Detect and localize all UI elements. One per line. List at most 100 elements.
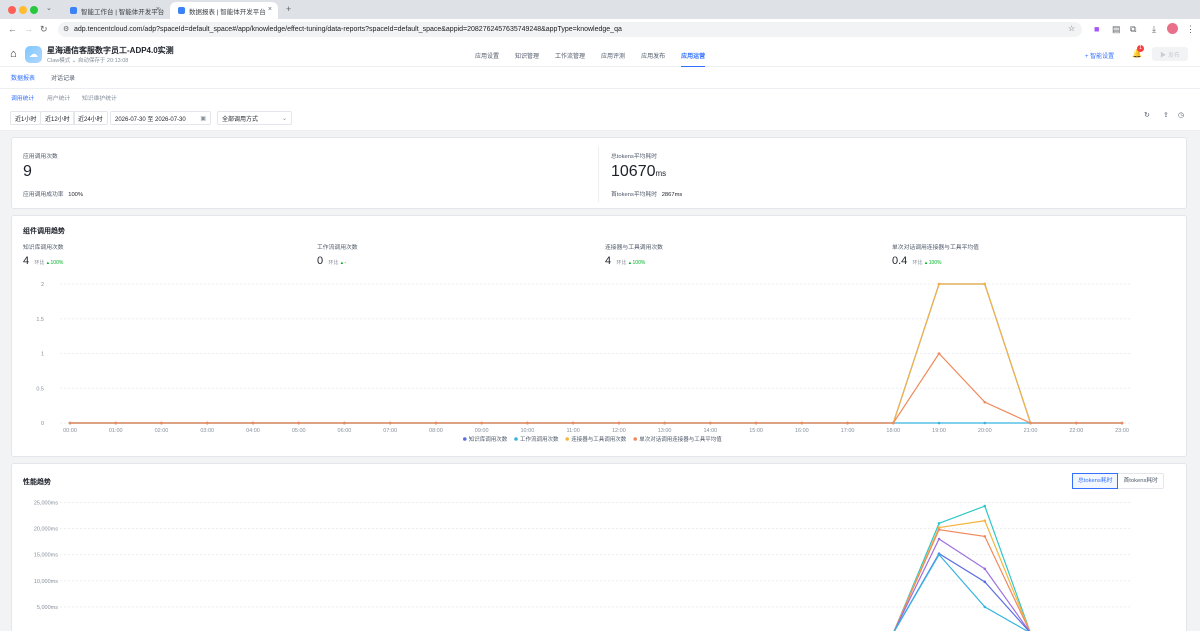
- close-window-dot[interactable]: [8, 6, 16, 14]
- range-12h-button[interactable]: 近12小时: [40, 111, 75, 125]
- publish-button[interactable]: ▶ 发布: [1152, 47, 1188, 61]
- refresh-icon[interactable]: ↻: [1144, 111, 1150, 119]
- nav-evaluation[interactable]: 应用评测: [601, 51, 625, 68]
- legend-marker: [514, 437, 518, 441]
- metric-workflow: 0 环比 ▴ -: [317, 255, 346, 267]
- data-point: [754, 421, 758, 425]
- range-24h-button[interactable]: 近24小时: [73, 111, 108, 125]
- data-point: [480, 421, 483, 425]
- extension-icon[interactable]: ■: [1094, 24, 1099, 34]
- download-icon[interactable]: ⤓: [1152, 24, 1156, 34]
- y-tick-label: 10,000ms: [34, 579, 58, 585]
- summary-card: 应用调用次数 9 应用调用成功率 100% 总tokens平均耗时 10670m…: [11, 137, 1187, 209]
- nav-publish[interactable]: 应用发布: [641, 51, 665, 68]
- call-method-text: 全部调用方式: [222, 116, 259, 123]
- legend-marker: [463, 437, 467, 441]
- back-icon[interactable]: ←: [8, 24, 17, 34]
- first-token-value: 2867ms: [661, 192, 683, 198]
- tab-bar: ⌄ 智能工作台 | 智能体开发平台 × 数据报表 | 智能体开发平台 × +: [0, 0, 1200, 19]
- toggle-first-tokens[interactable]: 首tokens耗时: [1118, 474, 1162, 488]
- legend-marker: [633, 437, 637, 441]
- metric-value: 0.4: [892, 255, 908, 267]
- nav-workflow[interactable]: 工作流管理: [555, 51, 585, 68]
- x-tick-label: 08:00: [429, 428, 443, 434]
- close-tab-icon[interactable]: ×: [156, 6, 160, 13]
- metric-label: 知识库调用次数: [23, 245, 64, 251]
- metric-change-value: 100%: [50, 260, 64, 266]
- data-point: [114, 421, 118, 425]
- data-point: [709, 421, 712, 425]
- tab-conversation-log[interactable]: 对话记录: [51, 73, 75, 82]
- data-point: [937, 553, 941, 556]
- data-point: [937, 352, 941, 355]
- nav-operations[interactable]: 应用运营: [681, 51, 705, 68]
- data-point: [663, 421, 666, 425]
- nav-knowledge[interactable]: 知识管理: [515, 51, 539, 68]
- site-info-icon[interactable]: ⚙: [63, 25, 69, 33]
- tab-search-icon[interactable]: ⌄: [46, 4, 52, 14]
- perf-toggle: 总tokens耗时 首tokens耗时: [1072, 473, 1164, 489]
- reload-icon[interactable]: ↻: [40, 24, 48, 34]
- browser-tab-2[interactable]: 数据报表 | 智能体开发平台 ×: [170, 2, 278, 19]
- x-tick-label: 04:00: [246, 428, 260, 434]
- metric-hb: 环比: [912, 260, 923, 266]
- legend-label: 单次对话调用连接器与工具平均值: [639, 435, 722, 443]
- date-range-picker[interactable]: 2026-07-30 至 2026-07-30 ▣: [110, 111, 211, 125]
- metric-knowledge: 4 环比 ▴ 100%: [23, 255, 63, 267]
- x-tick-label: 21:00: [1024, 428, 1038, 434]
- maximize-window-dot[interactable]: [30, 6, 38, 14]
- browser-tab-1[interactable]: 智能工作台 | 智能体开发平台 ×: [62, 2, 166, 19]
- data-point: [983, 535, 987, 538]
- metric-hb: 环比: [34, 260, 45, 266]
- bookmark-star-icon[interactable]: ☆: [1068, 24, 1075, 34]
- reading-list-icon[interactable]: ▤: [1112, 24, 1121, 34]
- close-tab-icon[interactable]: ×: [268, 6, 272, 13]
- browser-chrome: ⌄ 智能工作台 | 智能体开发平台 × 数据报表 | 智能体开发平台 × + ←…: [0, 0, 1200, 40]
- toggle-total-tokens[interactable]: 总tokens耗时: [1072, 473, 1119, 489]
- x-tick-label: 11:00: [566, 428, 579, 434]
- profile-avatar[interactable]: [1167, 23, 1178, 34]
- trend-title: 组件调用趋势: [23, 228, 65, 235]
- metric-change: ▴ 100%: [628, 260, 646, 266]
- forward-icon[interactable]: →: [24, 24, 33, 34]
- metric-change-value: 100%: [632, 260, 646, 266]
- address-bar[interactable]: ⚙ adp.tencentcloud.com/adp?spaceId=defau…: [58, 22, 1082, 37]
- metric-change-value: -: [344, 260, 347, 266]
- call-method-select[interactable]: 全部调用方式 ⌄: [217, 111, 292, 125]
- minimize-window-dot[interactable]: [19, 6, 27, 14]
- history-icon[interactable]: ◷: [1178, 111, 1184, 119]
- data-point: [983, 282, 987, 286]
- component-trend-card: 组件调用趋势 知识库调用次数 4 环比 ▴ 100% 工作流调用次数 0 环比 …: [11, 215, 1187, 457]
- x-tick-label: 07:00: [383, 428, 397, 434]
- data-point: [571, 421, 575, 425]
- divider: [598, 146, 599, 202]
- nav-app-settings[interactable]: 应用设置: [475, 51, 499, 68]
- metric-change: ▴ -: [340, 260, 347, 266]
- date-range-text: 2026-07-30 至 2026-07-30: [115, 116, 186, 123]
- menu-more-icon[interactable]: ⋮: [1186, 24, 1195, 34]
- legend-marker: [565, 437, 569, 441]
- app-calls-label: 应用调用次数: [23, 154, 58, 160]
- smart-settings-button[interactable]: + 智能设置: [1085, 51, 1114, 60]
- performance-trend-chart: 5,000ms 10,000ms 15,000ms 20,000ms 25,000ms: [34, 500, 1132, 631]
- series-line: [893, 552, 1030, 631]
- metric-label: 连接器与工具调用次数: [605, 245, 663, 251]
- home-icon[interactable]: ⌂: [10, 48, 17, 60]
- x-tick-label: 18:00: [886, 428, 900, 434]
- extensions-puzzle-icon[interactable]: ⧉: [1130, 24, 1136, 34]
- new-tab-button[interactable]: +: [286, 4, 291, 14]
- data-point: [205, 421, 209, 425]
- tab-knowledge-stats[interactable]: 知识维护统计: [82, 93, 117, 102]
- data-point: [160, 421, 163, 425]
- tab-call-stats[interactable]: 调用统计: [11, 93, 34, 102]
- x-tick-label: 20:00: [978, 428, 992, 434]
- x-tick-label: 01:00: [109, 428, 123, 434]
- tab-user-stats[interactable]: 用户统计: [47, 93, 70, 102]
- range-1h-button[interactable]: 近1小时: [10, 111, 42, 125]
- export-icon[interactable]: ⇪: [1163, 111, 1169, 119]
- tab-data-reports[interactable]: 数据报表: [11, 73, 35, 91]
- total-tokens-number: 10670: [611, 163, 656, 180]
- data-point: [1029, 421, 1032, 425]
- y-tick-label: 1.5: [36, 317, 44, 323]
- mode-selector[interactable]: Claw模式: [47, 58, 70, 64]
